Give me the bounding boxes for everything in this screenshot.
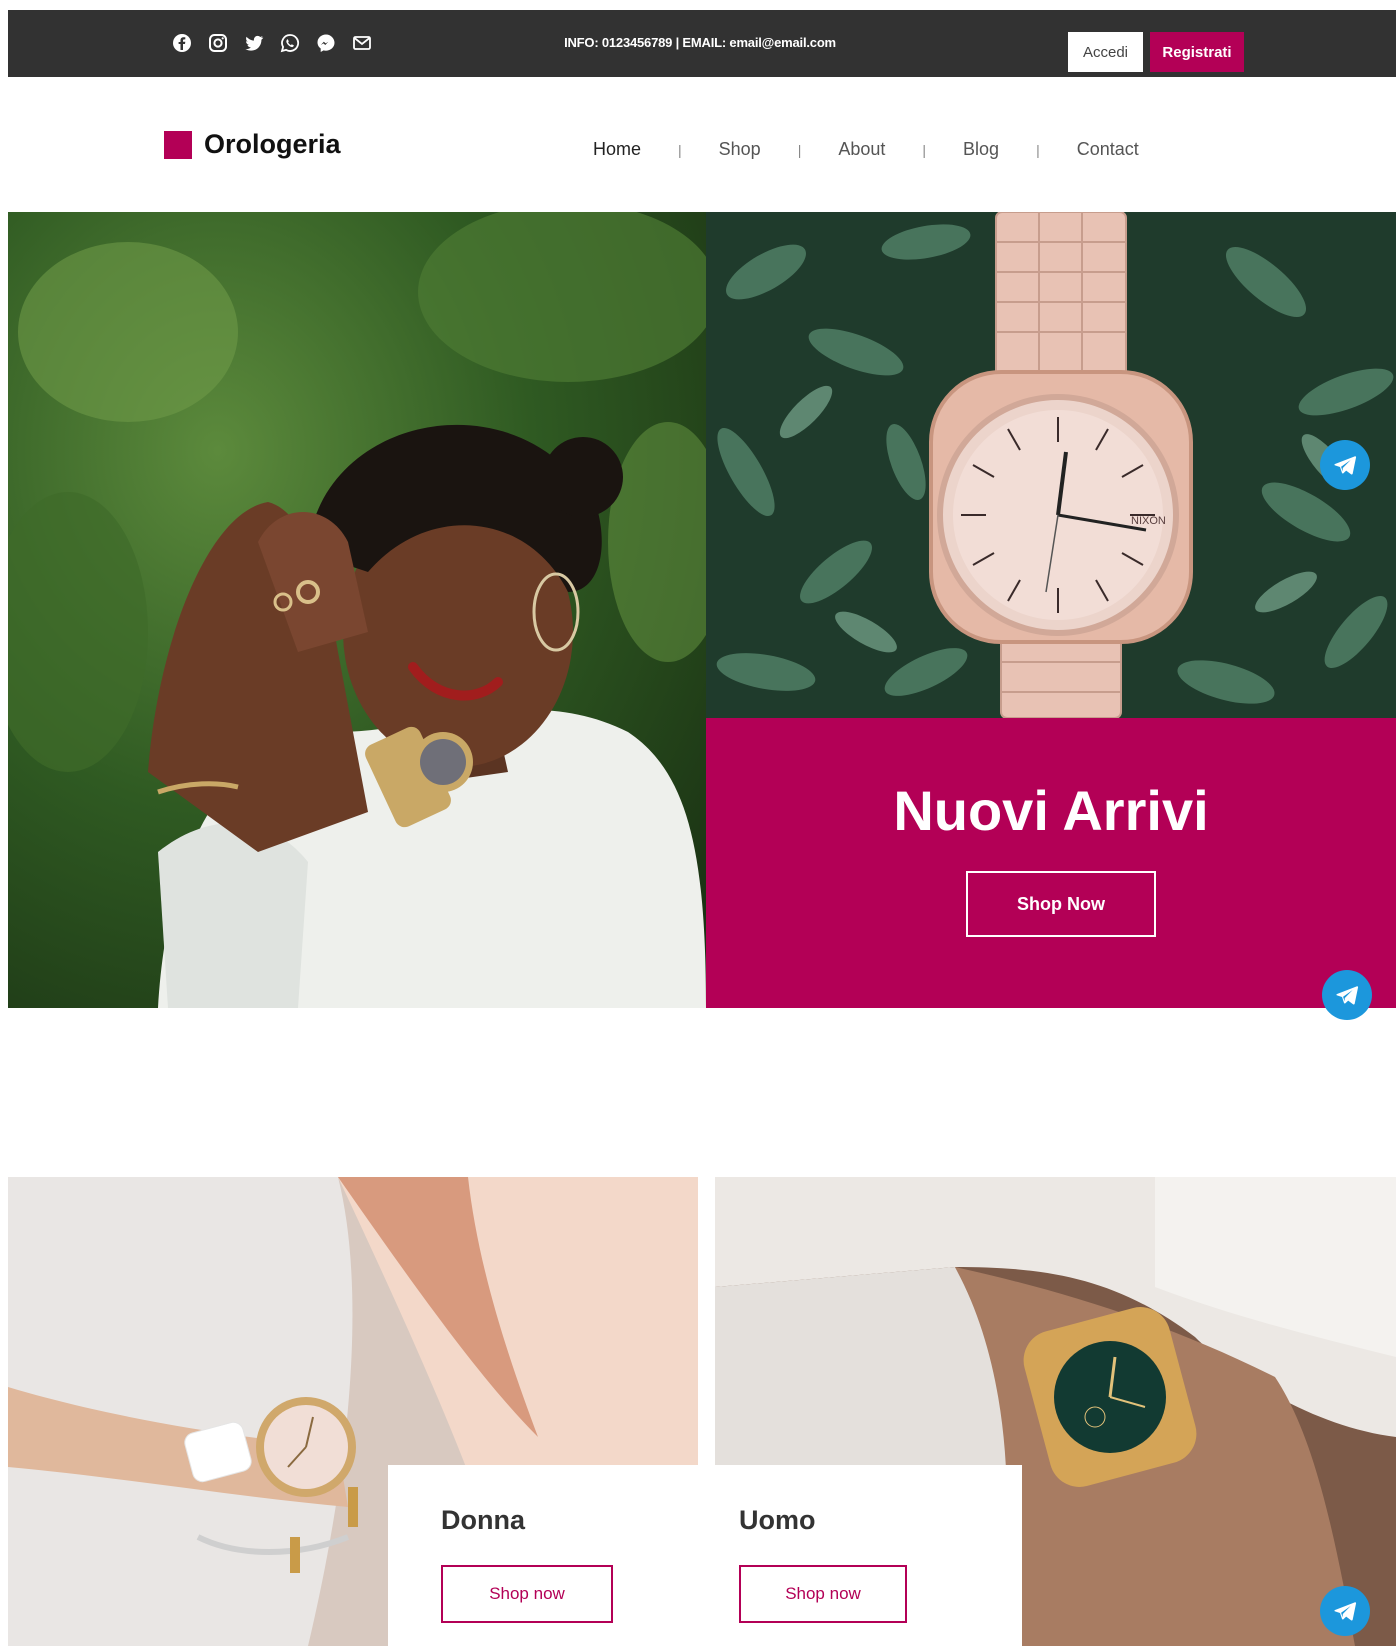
nav-separator: |: [922, 141, 927, 158]
main-nav: Home | Shop | About | Blog | Contact: [593, 139, 1139, 160]
nav-home[interactable]: Home: [593, 139, 641, 160]
login-button[interactable]: Accedi: [1068, 32, 1143, 72]
hero-image-woman: [8, 212, 706, 1008]
nav-blog[interactable]: Blog: [963, 139, 999, 160]
nav-shop[interactable]: Shop: [719, 139, 761, 160]
shop-donna-button[interactable]: Shop now: [441, 1565, 613, 1623]
telegram-icon[interactable]: [1320, 440, 1370, 490]
nav-about[interactable]: About: [838, 139, 885, 160]
category-card: Donna Shop now Uomo Shop now: [388, 1465, 1022, 1646]
category-title-uomo: Uomo: [739, 1505, 816, 1535]
nav-separator: |: [678, 141, 682, 158]
nav-contact[interactable]: Contact: [1077, 139, 1139, 160]
logo-text[interactable]: Orologeria: [204, 129, 341, 160]
nav-separator: |: [1036, 141, 1040, 158]
hero-image-watch: NIXON: [706, 212, 1396, 718]
watch-brand-text: NIXON: [1131, 515, 1166, 527]
telegram-icon[interactable]: [1322, 970, 1372, 1020]
shop-uomo-button[interactable]: Shop now: [739, 1565, 907, 1623]
hero-title: Nuovi Arrivi: [893, 779, 1209, 842]
logo-mark[interactable]: [164, 131, 192, 159]
nav-separator: |: [797, 141, 802, 158]
register-button[interactable]: Registrati: [1150, 32, 1244, 72]
telegram-icon[interactable]: [1320, 1586, 1370, 1636]
hero-shop-now-button[interactable]: Shop Now: [966, 871, 1156, 937]
hero-promo-panel: Nuovi Arrivi Shop Now: [706, 718, 1396, 1008]
top-bar: INFO: 0123456789 | EMAIL: email@email.co…: [8, 10, 1396, 77]
category-title-donna: Donna: [441, 1505, 525, 1535]
